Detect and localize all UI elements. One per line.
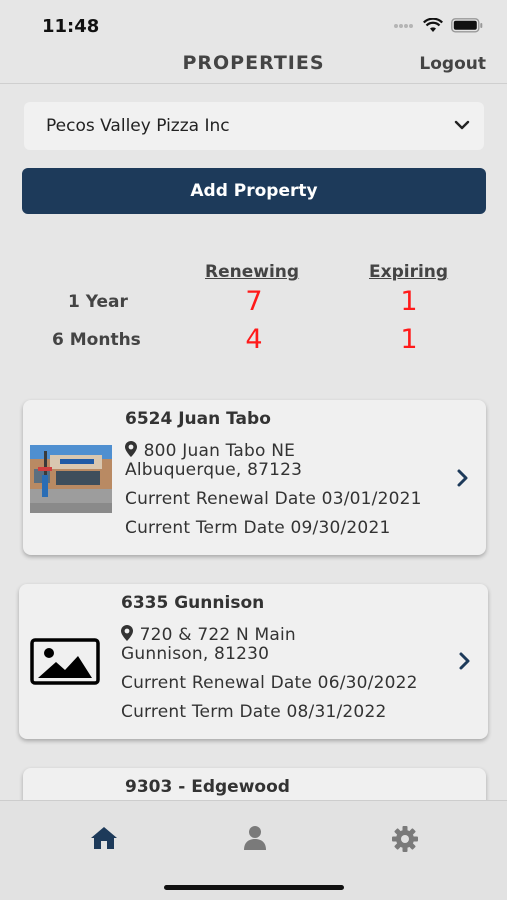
location-pin-icon — [125, 441, 137, 457]
property-card[interactable]: 6524 Juan Tabo 800 Juan Tabo NE Albuquer… — [23, 400, 486, 555]
home-icon[interactable] — [89, 825, 119, 851]
status-icons — [393, 18, 483, 33]
gear-icon[interactable] — [391, 825, 419, 853]
status-time: 11:48 — [42, 16, 100, 37]
property-name: 6335 Gunnison — [121, 593, 265, 613]
expiring-1-year-value: 1 — [400, 286, 418, 317]
current-renewal-date: Current Renewal Date 06/30/2022 — [121, 673, 418, 693]
company-select[interactable]: Pecos Valley Pizza Inc — [24, 102, 484, 150]
current-term-date: Current Term Date 09/30/2021 — [125, 518, 391, 538]
address-line1-text: 800 Juan Tabo NE — [143, 441, 296, 461]
row-label-1-year: 1 Year — [68, 292, 128, 312]
renewing-header: Renewing — [205, 262, 300, 282]
signal-dots-icon — [394, 23, 413, 28]
current-renewal-date: Current Renewal Date 03/01/2021 — [125, 489, 422, 509]
address-line1-text: 720 & 722 N Main — [139, 625, 296, 645]
row-label-6-months: 6 Months — [52, 330, 141, 350]
property-card[interactable]: 6335 Gunnison 720 & 722 N Main Gunnison,… — [19, 584, 488, 739]
chevron-down-icon — [454, 120, 470, 130]
logout-button[interactable]: Logout — [419, 54, 486, 74]
expiring-header: Expiring — [369, 262, 449, 282]
chevron-right-icon — [457, 469, 468, 487]
property-address-line1: 800 Juan Tabo NE — [124, 440, 295, 461]
nav-header: PROPERTIES Logout — [0, 44, 507, 84]
storefront-photo — [30, 445, 112, 513]
property-address-line1: 720 & 722 N Main — [120, 624, 296, 645]
property-address-line2: Gunnison, 81230 — [121, 644, 270, 664]
person-icon[interactable] — [242, 825, 268, 851]
wifi-icon — [423, 18, 443, 32]
property-name: 6524 Juan Tabo — [125, 409, 271, 429]
home-indicator — [164, 885, 344, 890]
property-name: 9303 - Edgewood — [125, 777, 290, 797]
location-pin-icon — [121, 625, 133, 641]
renewing-1-year-value: 7 — [245, 286, 263, 317]
image-placeholder-icon — [30, 638, 100, 685]
battery-icon — [451, 18, 483, 33]
expiring-6-months-value: 1 — [400, 324, 418, 355]
company-select-value: Pecos Valley Pizza Inc — [46, 116, 230, 136]
current-term-date: Current Term Date 08/31/2022 — [121, 702, 387, 722]
chevron-right-icon — [459, 652, 470, 670]
add-property-button[interactable]: Add Property — [22, 168, 486, 214]
status-bar: 11:48 — [0, 0, 507, 50]
renewing-6-months-value: 4 — [245, 324, 263, 355]
property-address-line2: Albuquerque, 87123 — [125, 460, 303, 480]
